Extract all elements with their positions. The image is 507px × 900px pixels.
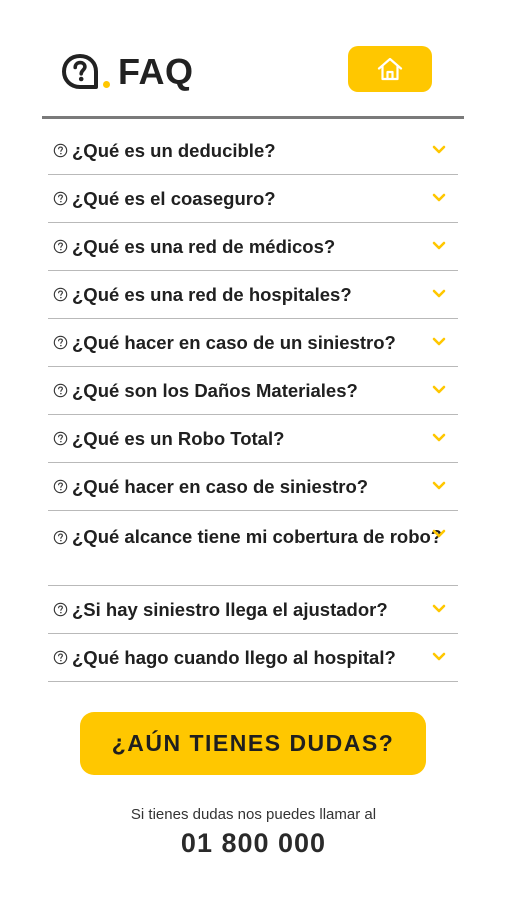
faq-question: ¿Qué alcance tiene mi cobertura de robo? [72, 526, 443, 547]
faq-item[interactable]: ¿Qué alcance tiene mi cobertura de robo? [48, 511, 458, 586]
chevron-down-icon[interactable] [432, 652, 446, 662]
question-circle-icon [53, 383, 68, 398]
faq-item[interactable]: ¿Qué son los Daños Materiales? [48, 367, 458, 415]
chevron-down-icon[interactable] [432, 193, 446, 203]
faq-question: ¿Qué es una red de hospitales? [72, 283, 352, 305]
question-circle-icon [53, 530, 68, 545]
question-circle-icon [53, 239, 68, 254]
chevron-down-icon[interactable] [432, 433, 446, 443]
question-circle-icon [53, 479, 68, 494]
faq-item[interactable]: ¿Qué es un Robo Total? [48, 415, 458, 463]
faq-item[interactable]: ¿Qué hacer en caso de un siniestro? [48, 319, 458, 367]
chevron-down-icon[interactable] [432, 337, 446, 347]
faq-list: ¿Qué es un deducible? ¿Qué es el coasegu… [48, 127, 458, 682]
faq-logo: FAQ [60, 50, 194, 94]
question-circle-icon [53, 335, 68, 350]
header: FAQ [0, 0, 507, 119]
home-icon [377, 57, 403, 81]
question-circle-icon [53, 650, 68, 665]
phone-number[interactable]: 01 800 000 [0, 828, 507, 859]
question-circle-icon [53, 287, 68, 302]
chevron-down-icon[interactable] [432, 529, 446, 539]
faq-item[interactable]: ¿Qué es una red de médicos? [48, 223, 458, 271]
faq-question: ¿Qué son los Daños Materiales? [72, 379, 358, 401]
faq-question: ¿Qué es una red de médicos? [72, 235, 336, 257]
chevron-down-icon[interactable] [432, 604, 446, 614]
question-bubble-icon [60, 52, 100, 92]
faq-item[interactable]: ¿Si hay siniestro llega el ajustador? [48, 586, 458, 634]
faq-item[interactable]: ¿Qué es el coaseguro? [48, 175, 458, 223]
logo-accent-dot [103, 80, 110, 88]
faq-question: ¿Qué es el coaseguro? [72, 187, 276, 209]
question-circle-icon [53, 602, 68, 617]
faq-item[interactable]: ¿Qué es un deducible? [48, 127, 458, 175]
header-divider [42, 116, 464, 119]
chevron-down-icon[interactable] [432, 241, 446, 251]
chevron-down-icon[interactable] [432, 481, 446, 491]
faq-question: ¿Qué hago cuando llego al hospital? [72, 646, 396, 668]
page-title: FAQ [118, 51, 194, 92]
home-button[interactable] [348, 46, 432, 92]
chevron-down-icon[interactable] [432, 289, 446, 299]
still-have-questions-button[interactable]: ¿AÚN TIENES DUDAS? [80, 712, 426, 775]
faq-item[interactable]: ¿Qué es una red de hospitales? [48, 271, 458, 319]
faq-item[interactable]: ¿Qué hago cuando llego al hospital? [48, 634, 458, 682]
contact-note: Si tienes dudas nos puedes llamar al [130, 806, 377, 823]
chevron-down-icon[interactable] [432, 145, 446, 155]
faq-question: ¿Si hay siniestro llega el ajustador? [72, 598, 388, 620]
faq-question: ¿Qué es un Robo Total? [72, 427, 285, 449]
question-circle-icon [53, 431, 68, 446]
faq-question: ¿Qué es un deducible? [72, 139, 276, 161]
question-circle-icon [53, 143, 68, 158]
faq-question: ¿Qué hacer en caso de un siniestro? [72, 331, 396, 353]
faq-item[interactable]: ¿Qué hacer en caso de siniestro? [48, 463, 458, 511]
question-circle-icon [53, 191, 68, 206]
faq-question: ¿Qué hacer en caso de siniestro? [72, 475, 369, 497]
chevron-down-icon[interactable] [432, 385, 446, 395]
